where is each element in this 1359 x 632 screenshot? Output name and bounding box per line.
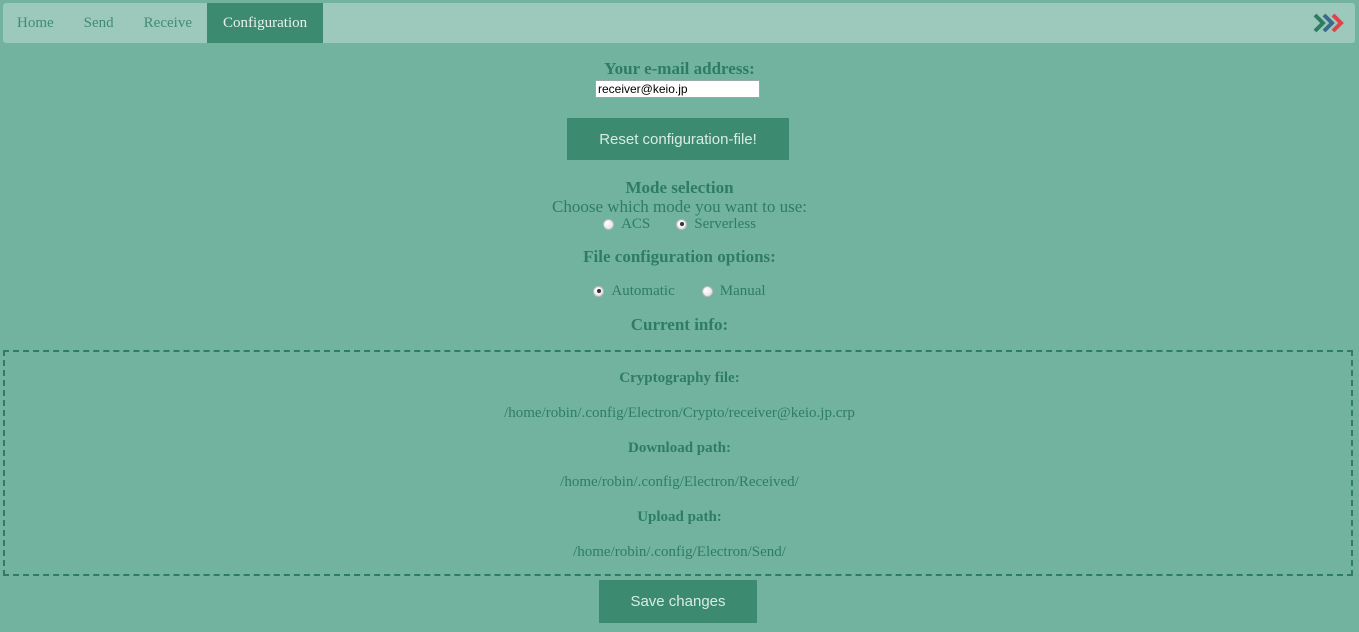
download-path-label: Download path: bbox=[628, 440, 731, 456]
mode-selection-title: Mode selection bbox=[625, 178, 734, 197]
file-option-automatic[interactable]: Automatic bbox=[593, 282, 675, 300]
automatic-radio[interactable] bbox=[593, 285, 605, 297]
tab-receive[interactable]: Receive bbox=[129, 3, 207, 43]
tab-configuration[interactable]: Configuration bbox=[206, 3, 324, 43]
crypto-file-path: /home/robin/.config/Electron/Crypto/rece… bbox=[504, 405, 855, 421]
crypto-file-label: Cryptography file: bbox=[619, 370, 740, 386]
mode-option-acs[interactable]: ACS bbox=[603, 216, 650, 233]
file-config-title: File configuration options: bbox=[583, 247, 776, 266]
email-input[interactable] bbox=[595, 80, 760, 98]
tab-send[interactable]: Send bbox=[69, 3, 129, 43]
serverless-radio[interactable] bbox=[676, 218, 688, 230]
email-label: Your e-mail address: bbox=[604, 59, 755, 78]
file-option-manual[interactable]: Manual bbox=[701, 282, 766, 300]
acs-label: ACS bbox=[621, 215, 651, 232]
acs-radio[interactable] bbox=[603, 218, 615, 230]
mode-option-serverless[interactable]: Serverless bbox=[676, 216, 756, 233]
triple-chevron-right-icon[interactable] bbox=[1313, 12, 1345, 34]
current-info-title: Current info: bbox=[630, 315, 729, 334]
automatic-label: Automatic bbox=[611, 282, 675, 299]
file-config-radio-group: Automatic Manual bbox=[0, 282, 1359, 300]
mode-selection-subtitle: Choose which mode you want to use: bbox=[552, 197, 807, 216]
reset-configuration-button[interactable]: Reset configuration-file! bbox=[567, 118, 789, 160]
save-changes-button[interactable]: Save changes bbox=[599, 580, 757, 623]
top-navbar: Home Send Receive Configuration bbox=[3, 3, 1355, 43]
upload-path-value: /home/robin/.config/Electron/Send/ bbox=[573, 544, 786, 560]
upload-path-label: Upload path: bbox=[637, 509, 722, 525]
manual-radio[interactable] bbox=[701, 285, 713, 297]
tab-home[interactable]: Home bbox=[3, 3, 69, 43]
mode-radio-group: ACS Serverless bbox=[0, 215, 1359, 233]
download-path-value: /home/robin/.config/Electron/Received/ bbox=[560, 474, 799, 490]
serverless-label: Serverless bbox=[694, 215, 756, 232]
manual-label: Manual bbox=[719, 282, 766, 299]
